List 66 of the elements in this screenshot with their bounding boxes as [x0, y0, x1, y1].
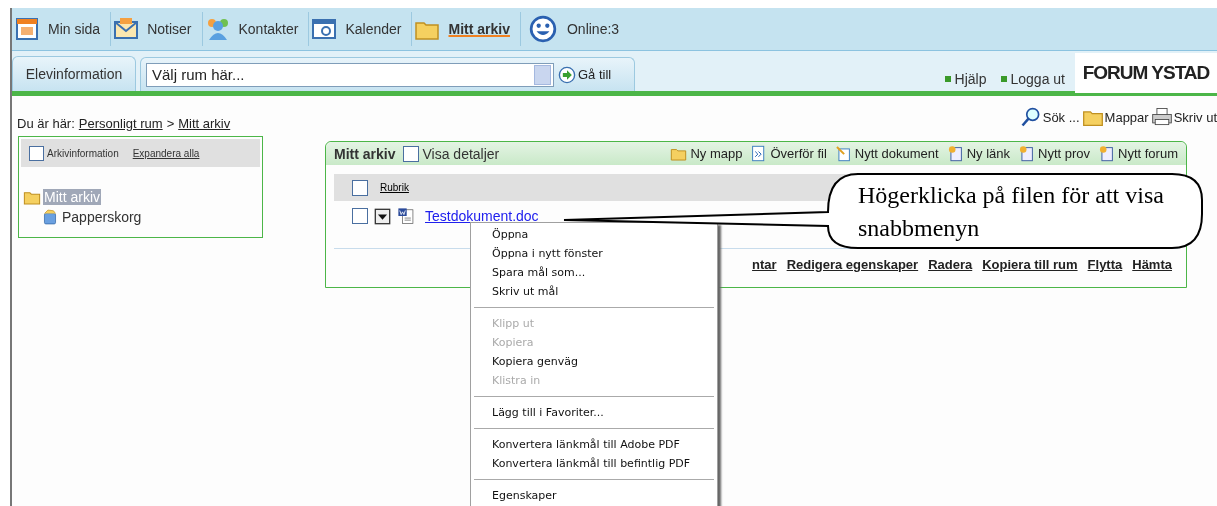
printer-icon: [1150, 106, 1173, 128]
action-link[interactable]: Radera: [928, 257, 973, 272]
window-icon: [311, 16, 338, 42]
menu-item[interactable]: Skriv ut mål: [471, 282, 717, 301]
nav-tab[interactable]: Notiser: [111, 12, 203, 46]
breadcrumb-link[interactable]: Mitt arkiv: [178, 116, 231, 134]
checkbox[interactable]: [29, 145, 44, 161]
bin-icon: [41, 208, 59, 226]
tool-link[interactable]: Sök ...: [1042, 109, 1080, 125]
toolbar-link[interactable]: Ny länk: [966, 146, 1010, 161]
smiley-icon: [528, 15, 557, 43]
checkbox[interactable]: [352, 179, 368, 196]
nav-tab[interactable]: Mitt arkiv: [412, 12, 521, 46]
tree-item[interactable]: Papperskorg: [61, 209, 143, 225]
checkbox-label: Visa detaljer: [422, 145, 500, 162]
toolbar-link[interactable]: Nytt forum: [1118, 146, 1178, 161]
calendar-icon: [14, 16, 40, 42]
callout-text: Högerklicka på filen för att visa snabbmenyn: [858, 181, 1165, 243]
nav-tab[interactable]: Kontakter: [202, 12, 310, 46]
search-icon: [1019, 106, 1042, 128]
document-icon: [1098, 145, 1116, 162]
menu-item[interactable]: Lägg till i Favoriter...: [471, 403, 717, 422]
word-document-icon: [397, 207, 415, 225]
envelope-icon: [113, 16, 140, 42]
breadcrumb-label: Du är här:: [17, 116, 75, 133]
toolbar-link[interactable]: Överför fil: [770, 146, 827, 161]
expand-all-link[interactable]: Expandera alla: [132, 147, 200, 159]
action-link[interactable]: Redigera egenskaper: [786, 257, 919, 272]
checkbox-label: Arkivinformation: [47, 147, 119, 159]
action-link[interactable]: Kopiera till rum: [982, 257, 1078, 272]
document-icon: [946, 145, 964, 162]
panel-title: Mitt arkiv: [334, 145, 396, 162]
action-link[interactable]: Flytta: [1087, 257, 1123, 272]
breadcrumb-link[interactable]: Personligt rum: [78, 116, 163, 134]
checkbox[interactable]: [352, 208, 368, 224]
header-link[interactable]: Logga ut: [1000, 71, 1065, 87]
document-icon: [1018, 145, 1035, 162]
toolbar-link[interactable]: Nytt prov: [1038, 146, 1091, 161]
file-link[interactable]: Testdokument.doc: [425, 208, 539, 224]
go-button[interactable]: Gå till: [558, 65, 612, 84]
room-select[interactable]: Välj rum här...: [146, 62, 554, 87]
toolbar-link[interactable]: Nytt dokument: [854, 146, 939, 161]
elevinformation-tab[interactable]: Elevinformation: [12, 56, 136, 91]
breadcrumb-separator: >: [166, 116, 175, 133]
logo: FORUM YSTAD: [1075, 53, 1217, 93]
toolbar-link[interactable]: Ny mapp: [690, 146, 743, 161]
menu-item[interactable]: Spara mål som...: [471, 263, 717, 282]
column-header[interactable]: Rubrik: [380, 182, 409, 193]
menu-item[interactable]: Öppna: [471, 225, 717, 244]
checkbox[interactable]: [403, 145, 420, 162]
tool-link[interactable]: Mappar: [1104, 109, 1149, 125]
tool-link[interactable]: Skriv ut: [1173, 109, 1217, 125]
pen-document-icon: [834, 145, 852, 162]
menu-item[interactable]: Konvertera länkmål till befintlig PDF: [471, 454, 717, 473]
arrow-right-icon: [558, 65, 576, 84]
menu-item[interactable]: Öppna i nytt fönster: [471, 244, 717, 263]
menu-item[interactable]: Kopiera genväg: [471, 352, 717, 371]
dropdown-icon: [374, 207, 391, 225]
header-link[interactable]: Hjälp: [944, 71, 987, 87]
nav-tab[interactable]: Min sida: [12, 12, 112, 46]
action-link[interactable]: ntar: [752, 257, 777, 272]
online-count: Online:3: [566, 21, 620, 37]
action-link[interactable]: Hämta: [1132, 257, 1172, 272]
menu-item[interactable]: Konvertera länkmål till Adobe PDF: [471, 435, 717, 454]
menu-item[interactable]: Egenskaper: [471, 486, 717, 505]
nav-tab[interactable]: Kalender: [309, 12, 413, 46]
